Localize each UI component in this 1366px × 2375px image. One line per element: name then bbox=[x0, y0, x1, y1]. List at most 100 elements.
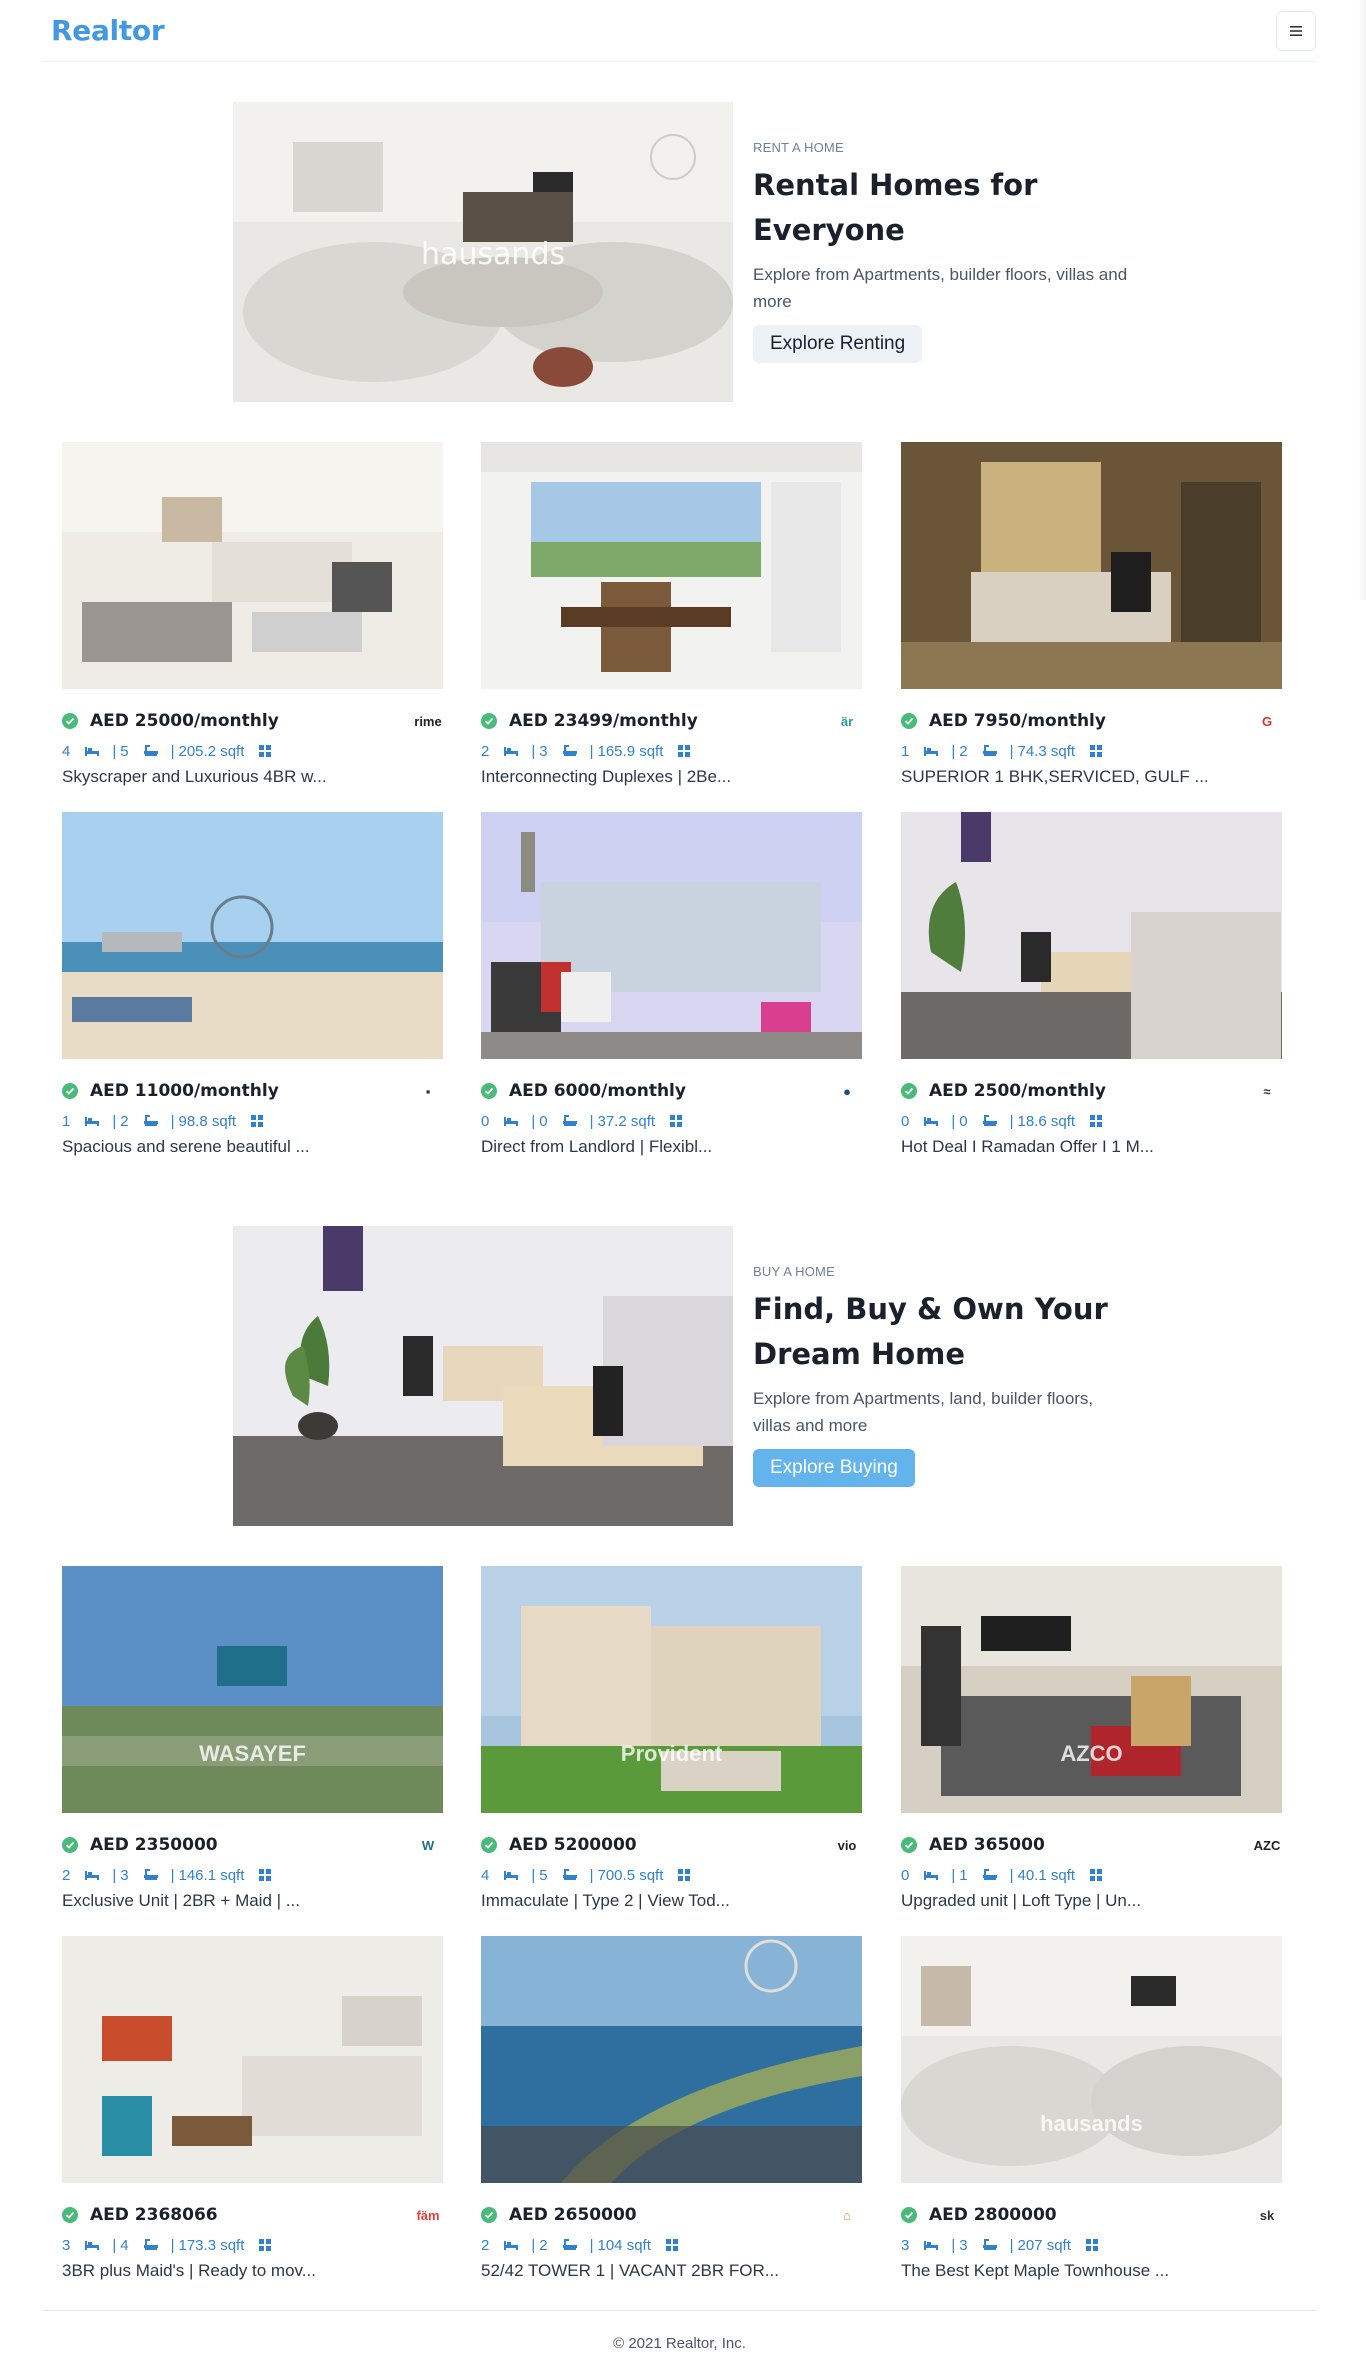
separator: | bbox=[112, 742, 117, 760]
baths-count: 5 bbox=[539, 1866, 548, 1884]
property-title[interactable]: Skyscraper and Luxurious 4BR w... bbox=[62, 767, 443, 787]
rent-banner-image: hausands bbox=[233, 102, 733, 402]
grid-icon bbox=[677, 744, 691, 758]
agency-avatar[interactable]: ● bbox=[832, 1076, 862, 1106]
verified-icon bbox=[481, 2207, 497, 2223]
price-row: AED 6000/monthly ● bbox=[481, 1076, 862, 1106]
property-info: AED 5200000 vio 4 | 5 | 700.5 sqft Immaculate |… bbox=[481, 1813, 862, 1911]
agency-logo-text: rime bbox=[414, 713, 442, 729]
bath-icon bbox=[143, 2238, 159, 2252]
property-image[interactable] bbox=[62, 812, 443, 1059]
grid-icon bbox=[250, 1114, 264, 1128]
property-image[interactable] bbox=[901, 442, 1282, 689]
property-title[interactable]: 3BR plus Maid's | Ready to mov... bbox=[62, 2261, 443, 2281]
bed-icon bbox=[84, 745, 100, 757]
agency-avatar[interactable]: AZC bbox=[1252, 1830, 1282, 1860]
property-image[interactable]: hausands bbox=[901, 1936, 1282, 2183]
bath-icon bbox=[982, 1114, 998, 1128]
property-stats: 4 | 5 | 700.5 sqft bbox=[481, 1862, 862, 1888]
property-info: AED 2368066 fäm 3 | 4 | 173.3 sqft 3BR plus Mai… bbox=[62, 2183, 443, 2281]
baths-count: 3 bbox=[959, 2236, 968, 2254]
separator: | bbox=[531, 2236, 536, 2254]
agency-avatar[interactable]: ▪ bbox=[413, 1076, 443, 1106]
agency-avatar[interactable]: vio bbox=[832, 1830, 862, 1860]
agency-avatar[interactable]: ≈ bbox=[1252, 1076, 1282, 1106]
property-info: AED 2650000 ⌂ 2 | 2 | 104 sqft 52/42 TOWER 1 | … bbox=[481, 2183, 862, 2281]
grid-icon bbox=[1089, 1114, 1103, 1128]
rooms-count: 4 bbox=[62, 742, 71, 760]
price-row: AED 25000/monthly rime bbox=[62, 706, 443, 736]
property-image[interactable] bbox=[62, 442, 443, 689]
property-card[interactable]: WASAYEF AED 2350000 W 2 | 3 | 146.1 sqft Exclusi… bbox=[62, 1566, 443, 1938]
brand-logo[interactable]: Realtor bbox=[51, 14, 165, 47]
property-title[interactable]: Spacious and serene beautiful ... bbox=[62, 1137, 443, 1157]
menu-button[interactable] bbox=[1276, 10, 1316, 51]
rooms-count: 0 bbox=[901, 1866, 910, 1884]
property-card[interactable]: AED 2650000 ⌂ 2 | 2 | 104 sqft 52/42 TOWER 1 | … bbox=[481, 1936, 862, 2308]
property-image[interactable]: Provident bbox=[481, 1566, 862, 1813]
rooms-count: 1 bbox=[901, 742, 910, 760]
property-title[interactable]: SUPERIOR 1 BHK,SERVICED, GULF ... bbox=[901, 767, 1282, 787]
separator: | bbox=[112, 2236, 117, 2254]
property-title[interactable]: Interconnecting Duplexes | 2Be... bbox=[481, 767, 862, 787]
property-stats: 4 | 5 | 205.2 sqft bbox=[62, 738, 443, 764]
property-image[interactable] bbox=[481, 1936, 862, 2183]
grid-icon bbox=[1089, 1868, 1103, 1882]
separator: | bbox=[951, 2236, 956, 2254]
property-title[interactable]: 52/42 TOWER 1 | VACANT 2BR FOR... bbox=[481, 2261, 862, 2281]
rooms-count: 3 bbox=[901, 2236, 910, 2254]
buy-banner-title: Find, Buy & Own Your Dream Home bbox=[753, 1292, 1108, 1371]
property-image[interactable] bbox=[481, 812, 862, 1059]
verified-icon bbox=[901, 1837, 917, 1853]
property-title[interactable]: Immaculate | Type 2 | View Tod... bbox=[481, 1891, 862, 1911]
property-title[interactable]: The Best Kept Maple Townhouse ... bbox=[901, 2261, 1282, 2281]
property-image[interactable]: AZCO bbox=[901, 1566, 1282, 1813]
verified-icon bbox=[901, 2207, 917, 2223]
agency-avatar[interactable]: rime bbox=[413, 706, 443, 736]
property-card[interactable]: AED 2368066 fäm 3 | 4 | 173.3 sqft 3BR plus Mai… bbox=[62, 1936, 443, 2308]
property-title[interactable]: Direct from Landlord | Flexibl... bbox=[481, 1137, 862, 1157]
bed-icon bbox=[503, 2239, 519, 2251]
agency-avatar[interactable]: fäm bbox=[413, 2200, 443, 2230]
property-title[interactable]: Upgraded unit | Loft Type | Un... bbox=[901, 1891, 1282, 1911]
explore-buying-button[interactable]: Explore Buying bbox=[753, 1449, 915, 1487]
buy-banner-desc: Explore from Apartments, land, builder f… bbox=[753, 1389, 1094, 1435]
baths-count: 1 bbox=[959, 1866, 968, 1884]
property-card[interactable]: AED 11000/monthly ▪ 1 | 2 | 98.8 sqft Spacious … bbox=[62, 812, 443, 1184]
agency-avatar[interactable]: G bbox=[1252, 706, 1282, 736]
property-card[interactable]: AZCO AED 365000 AZC 0 | 1 | 40.1 sqft Upgraded u… bbox=[901, 1566, 1282, 1938]
agency-avatar[interactable]: sk bbox=[1252, 2200, 1282, 2230]
property-card[interactable]: AED 25000/monthly rime 4 | 5 | 205.2 sqft Skysc… bbox=[62, 442, 443, 814]
property-card[interactable]: AED 6000/monthly ● 0 | 0 | 37.2 sqft Direct fro… bbox=[481, 812, 862, 1184]
property-title[interactable]: Exclusive Unit | 2BR + Maid | ... bbox=[62, 1891, 443, 1911]
property-card[interactable]: AED 23499/monthly är 2 | 3 | 165.9 sqft Interco… bbox=[481, 442, 862, 814]
property-image[interactable]: WASAYEF bbox=[62, 1566, 443, 1813]
property-info: AED 23499/monthly är 2 | 3 | 165.9 sqft Interco… bbox=[481, 689, 862, 787]
property-card[interactable]: AED 7950/monthly G 1 | 2 | 74.3 sqft SUPERIOR 1… bbox=[901, 442, 1282, 814]
agency-logo-text: sk bbox=[1259, 2207, 1275, 2223]
separator: | bbox=[589, 742, 594, 760]
verified-icon bbox=[901, 713, 917, 729]
property-image[interactable] bbox=[62, 1936, 443, 2183]
separator: | bbox=[589, 2236, 594, 2254]
agency-avatar[interactable]: W bbox=[413, 1830, 443, 1860]
explore-renting-button[interactable]: Explore Renting bbox=[753, 325, 923, 363]
buy-property-grid: WASAYEF AED 2350000 W 2 | 3 | 146.1 sqft Exclusi… bbox=[62, 1566, 1284, 2306]
property-card[interactable]: hausands AED 2800000 sk 3 | 3 | 207 sqft The Bes… bbox=[901, 1936, 1282, 2308]
agency-logo-text: är bbox=[840, 713, 854, 729]
separator: | bbox=[951, 1866, 956, 1884]
property-card[interactable]: AED 2500/monthly ≈0 | 0 | 18.6 sqft Hot Deal I… bbox=[901, 812, 1282, 1184]
property-image[interactable] bbox=[901, 812, 1282, 1059]
area-value: 104 sqft bbox=[597, 2236, 651, 2254]
property-card[interactable]: Provident AED 5200000 vio 4 | 5 | 700.5 sqft Imm… bbox=[481, 1566, 862, 1938]
price-row: AED 365000 AZC bbox=[901, 1830, 1282, 1860]
bath-icon bbox=[982, 744, 998, 758]
agency-avatar[interactable]: ⌂ bbox=[832, 2200, 862, 2230]
property-title[interactable]: Hot Deal I Ramadan Offer I 1 M... bbox=[901, 1137, 1282, 1157]
grid-icon bbox=[1085, 2238, 1099, 2252]
property-image[interactable] bbox=[481, 442, 862, 689]
agency-avatar[interactable]: är bbox=[832, 706, 862, 736]
bed-icon bbox=[503, 1869, 519, 1881]
price-wrap: AED 25000/monthly bbox=[62, 711, 279, 731]
separator: | bbox=[589, 1866, 594, 1884]
